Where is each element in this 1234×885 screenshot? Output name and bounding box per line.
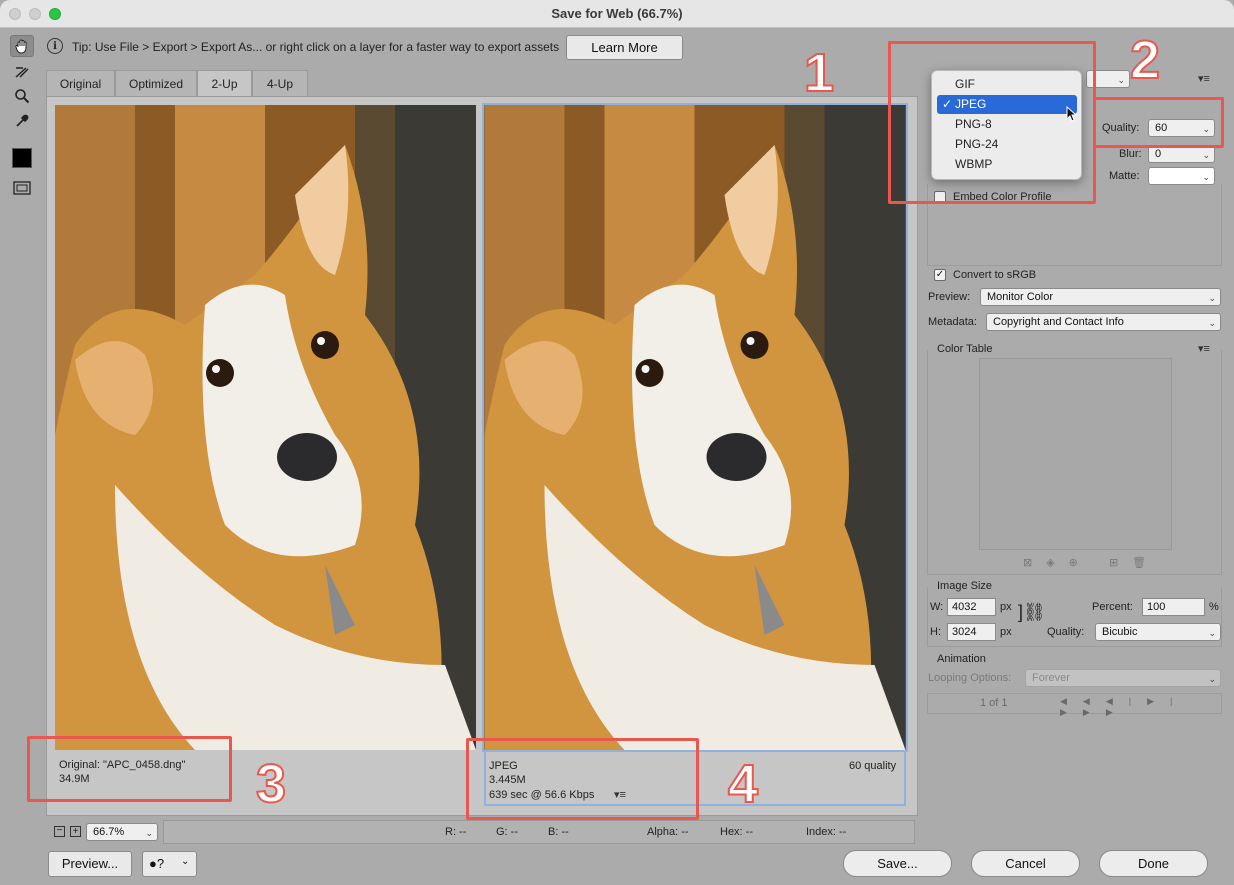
chevron-down-icon: ⌄	[1208, 293, 1216, 303]
status-alpha: Alpha: --	[647, 826, 689, 838]
eyedropper-tool-icon[interactable]	[10, 110, 34, 132]
chevron-down-icon: ⌄	[181, 856, 190, 867]
cancel-button[interactable]: Cancel	[971, 850, 1080, 877]
preview-select[interactable]: Monitor Color ⌄	[980, 288, 1221, 306]
browser-preview-select[interactable]: ●? ⌄	[142, 851, 197, 877]
color-swatch[interactable]	[12, 148, 32, 168]
frame-count: 1 of 1	[980, 697, 1008, 709]
status-hex: Hex: --	[720, 826, 753, 838]
status-r: R: --	[445, 826, 467, 838]
chevron-down-icon: ⌄	[145, 828, 153, 838]
zoom-in-button[interactable]: +	[70, 826, 81, 837]
annotation-number-3: 3	[255, 754, 287, 814]
zoom-level-select[interactable]: 66.7% ⌄	[86, 823, 158, 841]
preview-value: Monitor Color	[987, 291, 1054, 303]
tab-2-up[interactable]: 2-Up	[197, 70, 252, 96]
color-table-tools: ⊠◈⊕ ⊞🗑	[1023, 557, 1161, 569]
chevron-down-icon: ⌄	[1208, 674, 1216, 684]
optimized-image[interactable]	[482, 103, 908, 752]
height-input[interactable]: 3024	[947, 623, 996, 641]
percent-label: Percent:	[1092, 601, 1133, 613]
metadata-value: Copyright and Contact Info	[993, 316, 1124, 328]
status-index: Index: --	[806, 826, 847, 838]
annotation-box-2	[1093, 97, 1224, 148]
annotation-box-4	[466, 738, 699, 820]
chevron-down-icon: ⌄	[1117, 75, 1125, 85]
chevron-down-icon: ⌄	[1202, 150, 1210, 160]
annotation-number-1: 1	[803, 43, 835, 103]
preview-button[interactable]: Preview...	[48, 851, 132, 877]
status-g: G: --	[496, 826, 518, 838]
status-b: B: --	[548, 826, 569, 838]
zoom-tool-icon[interactable]	[10, 85, 34, 107]
resample-quality-value: Bicubic	[1102, 626, 1138, 638]
percent-unit: %	[1209, 601, 1219, 613]
tip-text: Tip: Use File > Export > Export As... or…	[72, 40, 560, 54]
animation-title: Animation	[937, 653, 986, 665]
playback-buttons[interactable]: ◀◀◀|▶|▶▶▶	[1060, 696, 1221, 717]
color-table-swatches[interactable]	[979, 358, 1172, 550]
width-label: W:	[930, 601, 944, 613]
height-unit: px	[1000, 626, 1012, 638]
zoom-out-button[interactable]: −	[54, 826, 65, 837]
slice-select-tool-icon[interactable]	[10, 61, 34, 83]
width-input[interactable]: 4032	[947, 598, 996, 616]
metadata-select[interactable]: Copyright and Contact Info ⌄	[986, 313, 1221, 331]
looping-label: Looping Options:	[928, 672, 1012, 684]
tab-optimized[interactable]: Optimized	[115, 70, 197, 96]
chevron-down-icon: ⌄	[1208, 628, 1216, 638]
metadata-label: Metadata:	[928, 316, 977, 328]
resample-quality-select[interactable]: Bicubic ⌄	[1095, 623, 1221, 641]
hand-tool-icon[interactable]	[10, 35, 34, 57]
annotation-box-1	[888, 41, 1096, 204]
info-icon: i	[47, 38, 63, 54]
globe-icon: ●?	[149, 856, 165, 871]
zoom-level-value: 66.7%	[93, 826, 125, 838]
convert-srgb-checkbox[interactable]: ✓	[934, 269, 946, 281]
matte-select[interactable]: ⌄	[1148, 167, 1215, 185]
tab-original[interactable]: Original	[46, 70, 115, 96]
status-bar	[163, 820, 915, 844]
height-label: H:	[930, 626, 941, 638]
resample-quality-label: Quality:	[1047, 626, 1085, 638]
annotation-number-2: 2	[1129, 30, 1161, 90]
preset-menu-icon[interactable]: ▾≡	[1198, 72, 1210, 85]
window-title: Save for Web (66.7%)	[551, 6, 683, 21]
blur-value: 0	[1155, 148, 1162, 160]
tab-4-up[interactable]: 4-Up	[252, 70, 308, 96]
percent-input[interactable]: 100	[1142, 598, 1205, 616]
original-image[interactable]	[55, 105, 476, 750]
learn-more-button[interactable]: Learn More	[566, 35, 683, 60]
chevron-down-icon: ⌄	[1202, 172, 1210, 182]
annotation-number-4: 4	[727, 754, 759, 814]
chevron-down-icon: ⌄	[1208, 318, 1216, 328]
save-button[interactable]: Save...	[843, 850, 952, 877]
link-dimensions-icon[interactable]: ]⛓	[1018, 603, 1046, 621]
width-unit: px	[1000, 601, 1012, 613]
toggle-slices-icon[interactable]	[10, 177, 34, 199]
convert-srgb-label: Convert to sRGB	[953, 269, 1037, 281]
matte-label: Matte:	[1109, 170, 1140, 182]
annotation-box-3	[27, 736, 232, 802]
looping-value: Forever	[1032, 672, 1070, 684]
blur-label: Blur:	[1119, 148, 1142, 160]
preview-label: Preview:	[928, 291, 971, 303]
optimized-quality: 60 quality	[849, 760, 897, 772]
done-button[interactable]: Done	[1099, 850, 1208, 877]
looping-select[interactable]: Forever ⌄	[1025, 669, 1221, 687]
